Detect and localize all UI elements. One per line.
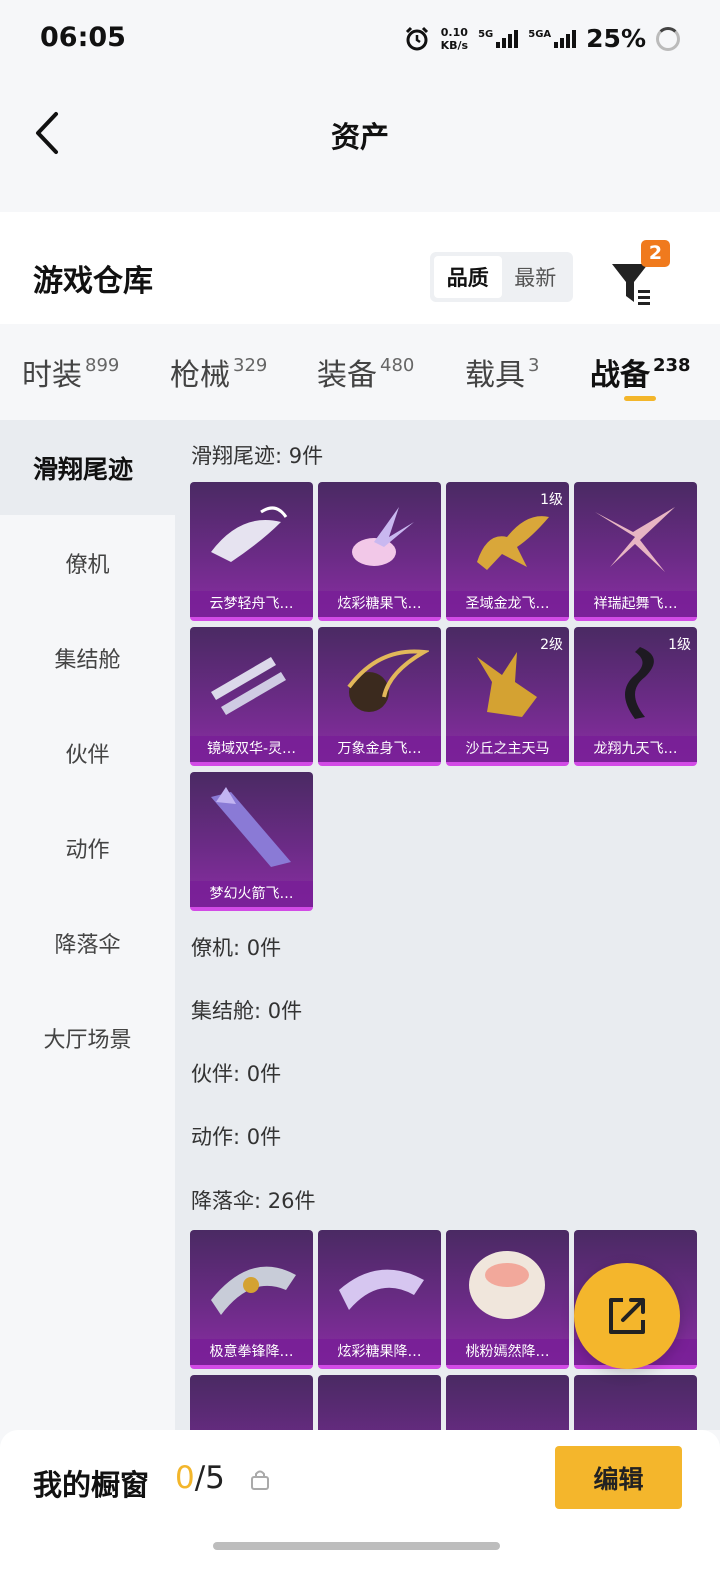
item-level: 1级 [540,492,563,508]
sidebar-item-parachute[interactable]: 降落伞 [0,895,175,990]
signal-bars-icon [496,29,519,48]
item-name: 沙丘之主天马 [446,736,569,762]
alarm-icon [405,26,428,50]
item-image [211,1266,296,1315]
status-icons: 0.10 KB/s 5G 5GA 25% [403,24,680,53]
showcase-count: 0/5 [175,1460,225,1496]
item-image [352,507,414,566]
sidebar-item-emote[interactable]: 动作 [0,800,175,895]
item-name: 龙翔九天飞… [574,736,697,762]
item-card[interactable]: 镜域双华-灵… [190,627,313,766]
network-speed: 0.10 KB/s [440,25,469,52]
share-button[interactable] [574,1263,680,1369]
home-indicator[interactable] [213,1542,500,1550]
glide-trail-grid: 云梦轻舟飞… 炫彩糖果飞… 1级 圣域金龙飞… 祥瑞起舞飞… 镜域双华-灵… 万… [190,482,700,911]
active-tab-indicator [624,396,656,401]
lock-icon[interactable] [250,1468,270,1490]
item-name: 圣域金龙飞… [446,591,569,617]
sidebar-item-companion[interactable]: 伙伴 [0,705,175,800]
section-title-companion: 伙伴: 0件 [191,1062,282,1086]
item-card[interactable]: 梦幻火箭飞… [190,772,313,911]
signal-5g: 5G [478,29,519,48]
item-card[interactable]: 万象金身飞… [318,627,441,766]
item-name: 云梦轻舟飞… [190,591,313,617]
tab-vehicles[interactable]: 载具 3 [465,350,539,394]
section-title-parachute: 降落伞: 26件 [191,1189,316,1213]
item-card[interactable]: 云梦轻舟飞… [190,482,313,621]
item-name: 炫彩糖果飞… [318,591,441,617]
tab-equipment[interactable]: 装备 480 [317,350,414,394]
item-image [339,1269,424,1310]
signal-5ga: 5GA [528,29,577,48]
item-card[interactable]: 炫彩糖果飞… [318,482,441,621]
item-name: 祥瑞起舞飞… [574,591,697,617]
item-card[interactable]: 桃粉嫣然降… [446,1230,569,1369]
item-image [595,507,675,572]
section-title-glide-trail: 滑翔尾迹: 9件 [191,444,324,468]
item-level: 1级 [668,637,691,653]
signal-bars-icon [554,29,577,48]
item-name: 万象金身飞… [318,736,441,762]
item-card[interactable] [574,1375,697,1430]
showcase-bar: 我的橱窗 0/5 编辑 [0,1430,720,1584]
section-title-emote: 动作: 0件 [191,1125,282,1149]
item-image [211,506,288,562]
sidebar: 滑翔尾迹 僚机 集结舱 伙伴 动作 降落伞 大厅场景 [0,420,175,1430]
tab-fashion[interactable]: 时装 899 [22,350,119,394]
item-card[interactable]: 炫彩糖果降… [318,1230,441,1369]
battery-ring-icon [656,26,680,51]
item-image [469,1251,545,1319]
item-card[interactable] [318,1375,441,1430]
sidebar-item-assembly-pod[interactable]: 集结舱 [0,610,175,705]
warehouse-label: 游戏仓库 [33,264,153,299]
sidebar-item-wingman[interactable]: 僚机 [0,515,175,610]
sidebar-item-glide-trail[interactable]: 滑翔尾迹 [0,420,175,515]
app-header: 资产 [0,80,720,190]
item-card[interactable]: 2级 沙丘之主天马 [446,627,569,766]
item-card[interactable] [446,1375,569,1430]
showcase-label: 我的橱窗 [33,1468,150,1502]
item-level: 2级 [540,637,563,653]
sort-newest-button[interactable]: 最新 [502,256,570,298]
item-name: 炫彩糖果降… [318,1339,441,1365]
sidebar-item-lobby-scene[interactable]: 大厅场景 [0,990,175,1085]
status-bar: 06:05 0.10 KB/s 5G 5GA 25% [0,0,720,80]
item-image [211,787,291,867]
section-title-wingman: 僚机: 0件 [191,936,282,960]
item-name: 极意拳锋降… [190,1339,313,1365]
item-card[interactable]: 1级 龙翔九天飞… [574,627,697,766]
sort-quality-button[interactable]: 品质 [434,256,502,298]
item-card[interactable]: 祥瑞起舞飞… [574,482,697,621]
sort-toggle: 品质 最新 [430,252,573,302]
filter-count-badge: 2 [641,240,670,267]
tab-guns[interactable]: 枪械 329 [170,350,267,394]
warehouse-header: 游戏仓库 品质 最新 [0,212,720,324]
item-name: 梦幻火箭飞… [190,881,313,907]
page-title: 资产 [330,120,389,154]
item-card[interactable] [190,1375,313,1430]
item-card[interactable]: 1级 圣域金龙飞… [446,482,569,621]
item-card[interactable]: 极意拳锋降… [190,1230,313,1369]
section-title-assembly-pod: 集结舱: 0件 [191,999,303,1023]
battery-level: 25% [586,24,646,53]
category-tabs: 时装 899 枪械 329 装备 480 载具 3 战备 238 [0,324,720,420]
share-icon [609,1298,645,1334]
item-image [347,649,429,712]
item-image [211,657,286,715]
status-time: 06:05 [40,22,126,53]
item-name: 桃粉嫣然降… [446,1339,569,1365]
edit-button[interactable]: 编辑 [555,1446,682,1509]
tab-battle-prep[interactable]: 战备 238 [590,350,691,394]
item-name: 镜域双华-灵… [190,736,313,762]
